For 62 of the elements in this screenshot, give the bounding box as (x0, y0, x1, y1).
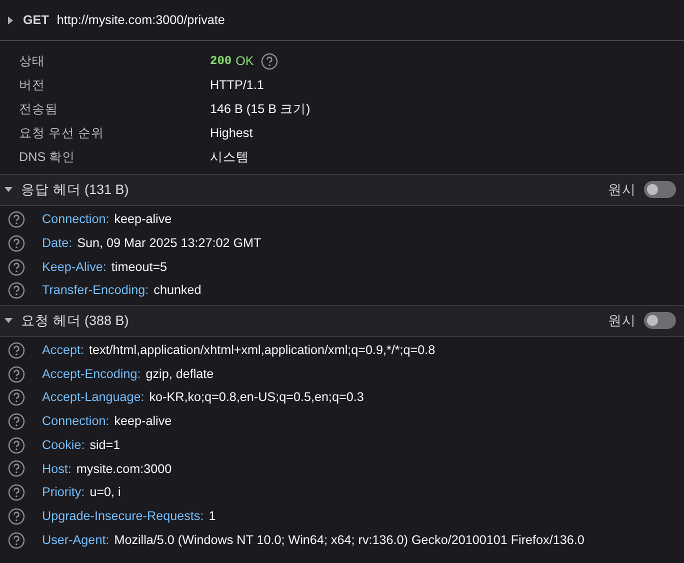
header-name: User-Agent: (42, 532, 110, 549)
header-name: Host: (42, 460, 72, 478)
header-value: sid=1 (90, 436, 120, 454)
summary-value: 시스템 (210, 149, 249, 166)
summary-value: HTTP/1.1 (210, 76, 264, 94)
header-name: Date: (42, 235, 72, 252)
header-value: 1 (208, 508, 216, 525)
header-name: Accept: (42, 342, 84, 360)
help-icon[interactable] (8, 413, 25, 430)
section-title: 응답 헤더 (131 B) (21, 180, 129, 199)
summary-label: 상태 (19, 52, 46, 70)
header-name: Priority: (42, 484, 85, 502)
request-url: http://mysite.com:3000/private (56, 12, 225, 29)
help-icon[interactable] (8, 508, 25, 525)
header-name: Upgrade-Insecure-Requests: (42, 508, 204, 525)
help-icon[interactable] (8, 211, 25, 228)
help-icon[interactable] (8, 436, 25, 454)
raw-toggle[interactable] (644, 312, 676, 330)
header-value: keep-alive (114, 413, 172, 430)
collapse-arrow-icon[interactable] (6, 16, 15, 24)
summary-value: 146 B (15 B 크기) (210, 101, 310, 118)
summary-label: 버전 (19, 76, 46, 94)
header-name: Cookie: (42, 436, 85, 454)
raw-label: 원시 (608, 312, 636, 330)
section-title: 요청 헤더 (388 B) (21, 312, 129, 330)
request-method: GET (23, 12, 49, 29)
header-value: chunked (154, 282, 202, 300)
header-value: mysite.com:3000 (76, 460, 172, 478)
help-icon[interactable] (260, 52, 278, 70)
status-code: 200 (210, 53, 232, 70)
summary-label: 요청 우선 순위 (19, 125, 105, 142)
help-icon[interactable] (8, 258, 25, 276)
header-value: u=0, i (90, 484, 121, 502)
header-name: Transfer-Encoding: (42, 282, 149, 300)
help-icon[interactable] (8, 389, 25, 406)
header-name: Connection: (42, 211, 110, 228)
header-value: Sun, 09 Mar 2025 13:27:02 GMT (77, 235, 262, 252)
help-icon[interactable] (8, 532, 25, 549)
summary-label: DNS 확인 (19, 149, 76, 166)
raw-toggle[interactable] (644, 181, 676, 198)
help-icon[interactable] (8, 282, 25, 300)
summary-value: Highest (210, 125, 253, 142)
help-icon[interactable] (8, 234, 25, 252)
header-value: Mozilla/5.0 (Windows NT 10.0; Win64; x64; rv:136.0) Gecko/20100101 Firefox/136.0 (114, 532, 584, 549)
raw-label: 원시 (608, 180, 636, 199)
summary-label: 전송됨 (19, 101, 59, 118)
help-icon[interactable] (8, 366, 25, 383)
header-value: text/html,application/xhtml+xml,application/xml;q=0.9,*/*;q=0.8 (89, 342, 436, 360)
header-name: Connection: (42, 413, 110, 430)
help-icon[interactable] (8, 342, 25, 360)
expand-arrow-icon[interactable] (4, 316, 13, 326)
header-name: Accept-Language: (42, 389, 144, 406)
expand-arrow-icon[interactable] (4, 185, 13, 194)
header-name: Accept-Encoding: (42, 366, 141, 383)
header-value: keep-alive (114, 211, 172, 228)
help-icon[interactable] (8, 484, 25, 502)
header-value: ko-KR,ko;q=0.8,en-US;q=0.5,en;q=0.3 (149, 389, 364, 406)
header-value: gzip, deflate (146, 366, 214, 383)
header-name: Keep-Alive: (42, 258, 106, 276)
header-value: timeout=5 (111, 258, 168, 276)
status-text: OK (236, 52, 254, 70)
help-icon[interactable] (8, 460, 25, 478)
